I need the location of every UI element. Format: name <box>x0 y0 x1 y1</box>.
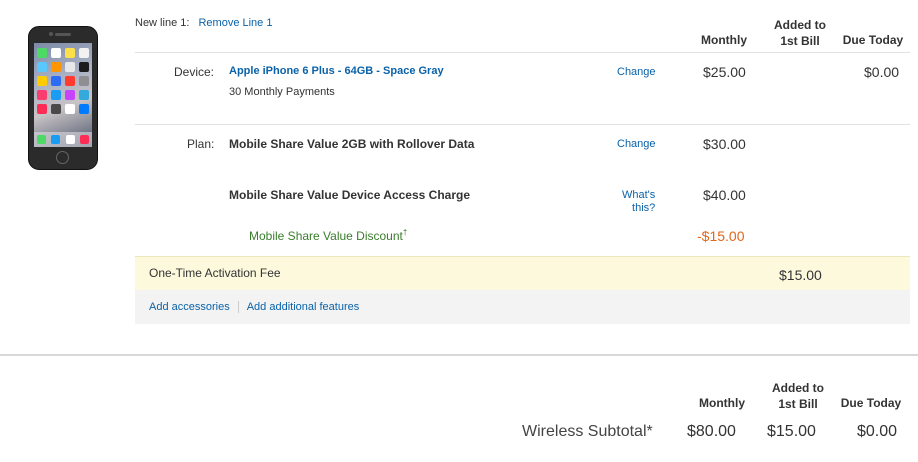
link-separator <box>237 301 239 314</box>
wireless-subtotal-label: Wireless Subtotal* <box>522 423 653 440</box>
subtotal-due-today: $0.00 <box>857 423 898 440</box>
discount-dagger: † <box>402 228 408 237</box>
summary-column-due-today: Due Today <box>840 396 902 410</box>
app-icon <box>37 104 47 114</box>
app-icon <box>51 104 61 114</box>
add-accessories-link[interactable]: Add accessories <box>149 301 230 313</box>
line-actions: Add accessories Add additional features <box>149 301 360 314</box>
safari-app-icon <box>65 135 75 144</box>
device-label: Device: <box>174 65 215 79</box>
column-due-today: Due Today <box>842 33 904 47</box>
plan-monthly-price: $30.00 <box>703 136 746 152</box>
change-plan-link[interactable]: Change <box>617 138 656 150</box>
column-added-line2: 1st Bill <box>780 34 820 48</box>
device-payments: 30 Monthly Payments <box>229 86 335 98</box>
device-monthly-price: $25.00 <box>703 64 746 80</box>
phone-screen <box>34 43 92 147</box>
app-icon <box>65 90 75 100</box>
app-icon <box>65 76 75 86</box>
discount-name: Mobile Share Value Discount† <box>249 228 407 243</box>
summary-column-monthly: Monthly <box>699 396 745 410</box>
phone-speaker <box>55 33 71 36</box>
device-due-today-price: $0.00 <box>864 64 900 80</box>
add-features-link[interactable]: Add additional features <box>247 301 360 313</box>
divider <box>135 52 910 53</box>
app-icon <box>65 104 75 114</box>
app-icon <box>51 48 61 58</box>
app-icon <box>37 48 47 58</box>
app-icon <box>79 90 89 100</box>
activation-fee-row: One-Time Activation Fee $15.00 <box>135 256 910 290</box>
section-divider <box>0 354 918 356</box>
activation-fee-name: One-Time Activation Fee <box>149 266 281 280</box>
app-icon <box>65 48 75 58</box>
summary-column-added-line1: Added to <box>772 381 824 395</box>
app-icon <box>51 62 61 72</box>
access-charge-name: Mobile Share Value Device Access Charge <box>229 188 471 202</box>
app-icon <box>79 104 89 114</box>
device-name-link[interactable]: Apple iPhone 6 Plus - 64GB - Space Gray <box>229 65 444 77</box>
device-image <box>28 26 98 170</box>
app-icon <box>79 76 89 86</box>
column-added-to-1st-bill: Added to 1st Bill <box>765 17 835 49</box>
plan-label: Plan: <box>187 137 215 151</box>
whats-this-line1: What's <box>622 189 656 201</box>
column-monthly: Monthly <box>701 33 747 47</box>
home-button <box>56 151 69 164</box>
subtotal-monthly: $80.00 <box>687 423 736 440</box>
phone-app-icon <box>36 135 46 144</box>
music-app-icon <box>80 135 90 144</box>
phone-camera <box>49 32 53 36</box>
remove-line-link[interactable]: Remove Line 1 <box>198 17 272 29</box>
app-icon <box>37 76 47 86</box>
app-icon <box>65 62 75 72</box>
column-added-line1: Added to <box>774 18 826 32</box>
app-grid <box>37 48 89 114</box>
change-device-link[interactable]: Change <box>617 66 656 78</box>
phone-dock <box>34 132 92 147</box>
app-icon <box>51 76 61 86</box>
app-icon <box>37 90 47 100</box>
line-label: New line 1: <box>135 17 190 29</box>
subtotal-added: $15.00 <box>767 423 816 440</box>
app-icon <box>79 48 89 58</box>
whats-this-link[interactable]: What's this? <box>622 189 655 215</box>
line-title: New line 1: Remove Line 1 <box>135 17 272 29</box>
discount-monthly-price: -$15.00 <box>697 228 745 244</box>
plan-name: Mobile Share Value 2GB with Rollover Dat… <box>229 137 475 151</box>
mail-app-icon <box>51 135 61 144</box>
summary-column-added-line2: 1st Bill <box>778 397 818 411</box>
discount-label: Mobile Share Value Discount <box>249 229 403 243</box>
access-charge-monthly-price: $40.00 <box>703 187 746 203</box>
line-actions-bar: Add accessories Add additional features <box>135 290 910 324</box>
app-icon <box>37 62 47 72</box>
divider <box>135 124 910 125</box>
app-icon <box>51 90 61 100</box>
app-icon <box>79 62 89 72</box>
activation-fee-added-price: $15.00 <box>779 267 822 283</box>
summary-column-added-to-1st-bill: Added to 1st Bill <box>763 380 833 412</box>
whats-this-line2: this? <box>632 202 656 214</box>
